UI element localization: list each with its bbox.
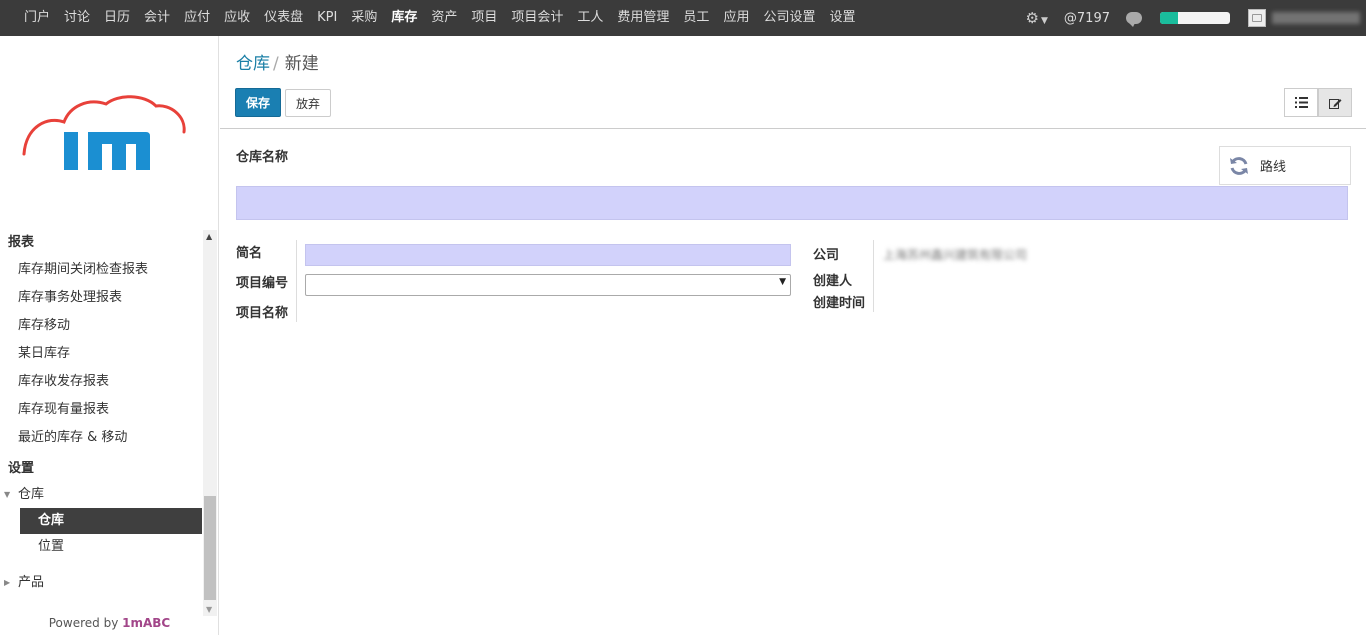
caret-down-icon: ▼ bbox=[779, 277, 786, 287]
created-by-label: 创建人 bbox=[813, 274, 853, 289]
sidebar-tree-warehouse[interactable]: ▼ 仓库 bbox=[0, 482, 202, 508]
top-right-area: ⚙ ▼ @7197 bbox=[1026, 0, 1366, 36]
scroll-up-icon[interactable]: ▲ bbox=[206, 232, 212, 241]
short-name-label: 简名 bbox=[236, 246, 263, 261]
field-divider bbox=[873, 240, 874, 312]
sidebar-item-warehouse[interactable]: 仓库 bbox=[20, 508, 202, 534]
top-menu-inventory[interactable]: 库存 bbox=[384, 0, 424, 36]
chat-icon[interactable] bbox=[1126, 12, 1142, 27]
top-menu-accounting[interactable]: 会计 bbox=[137, 0, 177, 36]
project-code-select[interactable]: ▼ bbox=[305, 274, 791, 296]
created-on-label: 创建时间 bbox=[813, 296, 866, 311]
top-menu-receivables[interactable]: 应收 bbox=[217, 0, 257, 36]
toolbar-divider bbox=[220, 128, 1366, 129]
field-divider bbox=[296, 240, 297, 322]
sidebar-tree-products[interactable]: ▶ 产品 bbox=[0, 570, 202, 596]
main-content: 仓库 / 新建 保存 放弃 仓库名称 路线 简名 项目编号 项目名称 ▼ 公司 … bbox=[220, 36, 1366, 635]
user-name-blurred[interactable] bbox=[1272, 12, 1360, 24]
sidebar-item-on-hand-report[interactable]: 库存现有量报表 bbox=[0, 396, 202, 424]
breadcrumb-parent[interactable]: 仓库 bbox=[236, 54, 270, 74]
sidebar-item-stock-at-date[interactable]: 某日库存 bbox=[0, 340, 202, 368]
top-menu-expenses[interactable]: 费用管理 bbox=[610, 0, 676, 36]
top-menu-portal[interactable]: 门户 bbox=[17, 0, 57, 36]
sidebar-item-stock-moves[interactable]: 库存移动 bbox=[0, 312, 202, 340]
powered-by-text: Powered by bbox=[48, 616, 119, 630]
list-view-button[interactable] bbox=[1284, 88, 1318, 117]
save-button[interactable]: 保存 bbox=[235, 88, 281, 117]
top-menu-workers[interactable]: 工人 bbox=[570, 0, 610, 36]
top-menu: 门户 讨论 日历 会计 应付 应收 仪表盘 KPI 采购 库存 资产 项目 项目… bbox=[0, 0, 862, 36]
project-name-label: 项目名称 bbox=[236, 306, 289, 321]
caret-right-icon[interactable]: ▶ bbox=[4, 570, 10, 596]
top-menu-kpi[interactable]: KPI bbox=[310, 0, 344, 36]
scrollbar-thumb[interactable] bbox=[204, 496, 216, 600]
warehouse-name-label: 仓库名称 bbox=[236, 150, 289, 165]
warehouse-name-input[interactable] bbox=[236, 186, 1348, 220]
top-menu-apps[interactable]: 应用 bbox=[716, 0, 756, 36]
progress-bar bbox=[1160, 12, 1230, 24]
top-menu-employees[interactable]: 员工 bbox=[676, 0, 716, 36]
breadcrumb-separator: / bbox=[273, 54, 279, 74]
avatar[interactable] bbox=[1248, 9, 1266, 27]
refresh-icon bbox=[1230, 156, 1248, 175]
view-switcher bbox=[1284, 88, 1352, 117]
sidebar-tree-label: 仓库 bbox=[18, 487, 45, 502]
sidebar: 报表 库存期间关闭检查报表 库存事务处理报表 库存移动 某日库存 库存收发存报表… bbox=[0, 36, 219, 635]
edit-icon bbox=[1328, 98, 1341, 109]
top-navbar: 门户 讨论 日历 会计 应付 应收 仪表盘 KPI 采购 库存 资产 项目 项目… bbox=[0, 0, 1366, 36]
sidebar-scrollbar[interactable]: ▲ ▼ bbox=[203, 230, 217, 616]
sidebar-section-reports: 报表 bbox=[8, 235, 35, 250]
top-menu-company-settings[interactable]: 公司设置 bbox=[756, 0, 822, 36]
sidebar-item-in-out-report[interactable]: 库存收发存报表 bbox=[0, 368, 202, 396]
sidebar-item-transaction-report[interactable]: 库存事务处理报表 bbox=[0, 284, 202, 312]
mention-counter[interactable]: @7197 bbox=[1064, 11, 1110, 26]
top-menu-payables[interactable]: 应付 bbox=[177, 0, 217, 36]
caret-down-icon: ▼ bbox=[1040, 16, 1048, 26]
breadcrumb-current: 新建 bbox=[284, 54, 319, 74]
sidebar-section-settings: 设置 bbox=[8, 461, 35, 476]
progress-bar-fill bbox=[1160, 12, 1178, 24]
top-menu-settings[interactable]: 设置 bbox=[822, 0, 862, 36]
top-menu-project-accounting[interactable]: 项目会计 bbox=[504, 0, 570, 36]
sidebar-item-location[interactable]: 位置 bbox=[20, 534, 202, 560]
short-name-input[interactable] bbox=[305, 244, 791, 266]
top-menu-project[interactable]: 项目 bbox=[464, 0, 504, 36]
top-menu-assets[interactable]: 资产 bbox=[424, 0, 464, 36]
caret-down-icon[interactable]: ▼ bbox=[4, 482, 10, 508]
breadcrumb: 仓库 / 新建 bbox=[236, 49, 319, 74]
list-icon bbox=[1294, 97, 1308, 108]
powered-by-brand[interactable]: 1mABC bbox=[122, 616, 170, 630]
form-view-button[interactable] bbox=[1318, 88, 1352, 117]
scroll-down-icon[interactable]: ▼ bbox=[206, 605, 212, 614]
top-menu-calendar[interactable]: 日历 bbox=[97, 0, 137, 36]
sidebar-menu: 报表 库存期间关闭检查报表 库存事务处理报表 库存移动 某日库存 库存收发存报表… bbox=[0, 230, 202, 596]
top-menu-dashboard[interactable]: 仪表盘 bbox=[257, 0, 310, 36]
project-code-label: 项目编号 bbox=[236, 276, 289, 291]
routes-button[interactable]: 路线 bbox=[1219, 146, 1351, 185]
discard-button[interactable]: 放弃 bbox=[285, 89, 331, 117]
company-label: 公司 bbox=[813, 248, 840, 263]
company-logo bbox=[22, 95, 186, 170]
sidebar-item-period-close-report[interactable]: 库存期间关闭检查报表 bbox=[0, 256, 202, 284]
company-value: 上海苏州鑫兴建筑有限公司 bbox=[883, 248, 1028, 262]
sidebar-item-recent-stock[interactable]: 最近的库存 & 移动 bbox=[0, 424, 202, 452]
sidebar-tree-label: 产品 bbox=[18, 575, 45, 590]
powered-by-footer: Powered by 1mABC bbox=[0, 616, 219, 630]
top-menu-discuss[interactable]: 讨论 bbox=[57, 0, 97, 36]
gear-icon[interactable]: ⚙ ▼ bbox=[1026, 9, 1048, 27]
routes-button-label: 路线 bbox=[1260, 160, 1287, 175]
top-menu-purchase[interactable]: 采购 bbox=[344, 0, 384, 36]
